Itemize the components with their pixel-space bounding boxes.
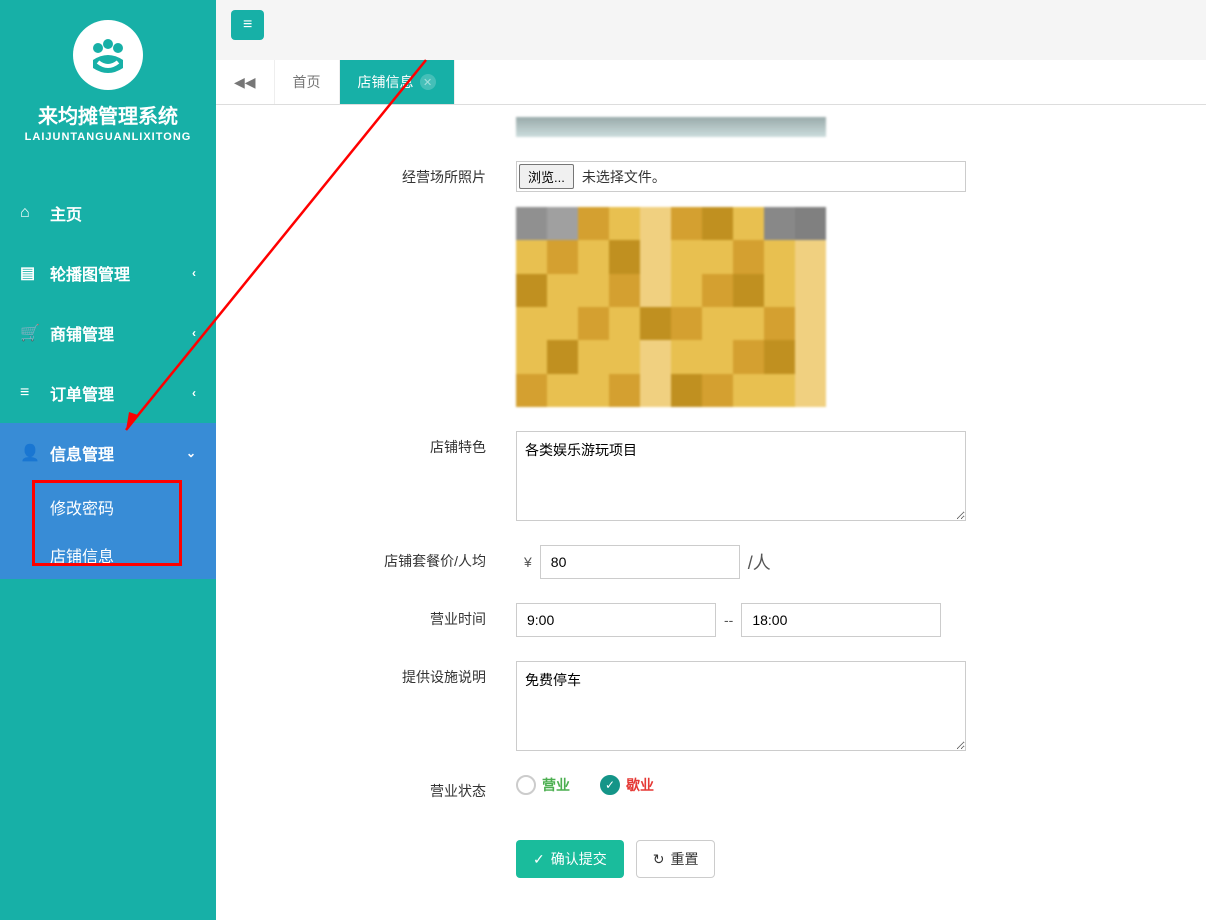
radio-unchecked-icon [516,775,536,795]
cart-icon: 🛒 [20,323,38,343]
price-suffix: /人 [748,549,771,575]
sidebar-item-label: 订单管理 [50,381,114,405]
sidebar-item-label: 轮播图管理 [50,261,130,285]
chevron-down-icon: ⌄ [186,446,196,460]
menu-toggle-button[interactable]: ≡ [231,10,264,40]
tab-store-info[interactable]: 店铺信息✕ [340,60,455,104]
label-status: 营业状态 [236,775,516,801]
topbar: ≡ [216,0,1206,50]
system-name: 来均摊管理系统 [0,100,216,129]
check-icon: ✓ [533,851,545,868]
submit-button[interactable]: ✓确认提交 [516,840,624,878]
time-separator: -- [724,612,733,628]
input-hours-start[interactable] [516,603,716,637]
home-icon: ⌂ [20,204,38,222]
label-feature: 店铺特色 [236,431,516,457]
reset-button[interactable]: ↻重置 [636,840,716,878]
system-subtitle: LAIJUNTANGUANLIXITONG [0,131,216,143]
user-add-icon: 👤 [20,443,38,463]
sidebar-item-carousel[interactable]: ▤ 轮播图管理 ‹ [0,243,216,303]
file-status-text: 未选择文件。 [582,167,963,187]
browse-button[interactable]: 浏览... [519,164,574,189]
sidebar-item-home[interactable]: ⌂ 主页 [0,183,216,243]
radio-closed[interactable]: ✓ 歇业 [600,775,654,795]
logo-area: 来均摊管理系统 LAIJUNTANGUANLIXITONG [0,0,216,163]
sidebar-item-label: 主页 [50,201,82,225]
chevron-left-icon: ‹ [192,386,196,400]
file-icon: ▤ [20,263,38,283]
radio-open-label: 营业 [542,775,570,795]
subnav-store-info[interactable]: 店铺信息 [0,531,216,579]
label-price: 店铺套餐价/人均 [236,545,516,571]
sidebar-item-info[interactable]: 👤 信息管理 ⌄ [0,423,216,483]
textarea-feature[interactable]: 各类娱乐游玩项目 [516,431,966,521]
tab-nav-back[interactable]: ◀◀ [216,60,275,104]
textarea-facility[interactable]: 免费停车 [516,661,966,751]
radio-checked-icon: ✓ [600,775,620,795]
list-icon: ≡ [20,384,38,402]
sidebar-item-label: 信息管理 [50,441,114,465]
main-content: ≡ ◀◀ 首页 店铺信息✕ 经营场所照片 浏览... 未选择文件。 [216,0,1206,920]
sidebar-item-store[interactable]: 🛒 商铺管理 ‹ [0,303,216,363]
sidebar: 来均摊管理系统 LAIJUNTANGUANLIXITONG ⌂ 主页 ▤ 轮播图管理… [0,0,216,920]
chevron-left-icon: ‹ [192,266,196,280]
label-hours: 营业时间 [236,603,516,629]
logo-icon [73,20,143,90]
image-preview-venue [516,207,826,407]
label-facility: 提供设施说明 [236,661,516,687]
sidebar-item-label: 商铺管理 [50,321,114,345]
radio-closed-label: 歇业 [626,775,654,795]
image-preview-top [516,117,826,137]
double-chevron-left-icon: ◀◀ [234,74,256,91]
input-hours-end[interactable] [741,603,941,637]
input-price[interactable] [540,545,740,579]
chevron-left-icon: ‹ [192,326,196,340]
tab-bar: ◀◀ 首页 店铺信息✕ [216,60,1206,105]
label-venue-photo: 经营场所照片 [236,161,516,187]
currency-symbol: ¥ [524,554,532,570]
close-icon[interactable]: ✕ [420,74,436,90]
radio-open[interactable]: 营业 [516,775,570,795]
file-input[interactable]: 浏览... 未选择文件。 [516,161,966,192]
subnav-change-password[interactable]: 修改密码 [0,483,216,531]
refresh-icon: ↻ [653,851,665,868]
sidebar-item-orders[interactable]: ≡ 订单管理 ‹ [0,363,216,423]
tab-home[interactable]: 首页 [275,60,340,104]
